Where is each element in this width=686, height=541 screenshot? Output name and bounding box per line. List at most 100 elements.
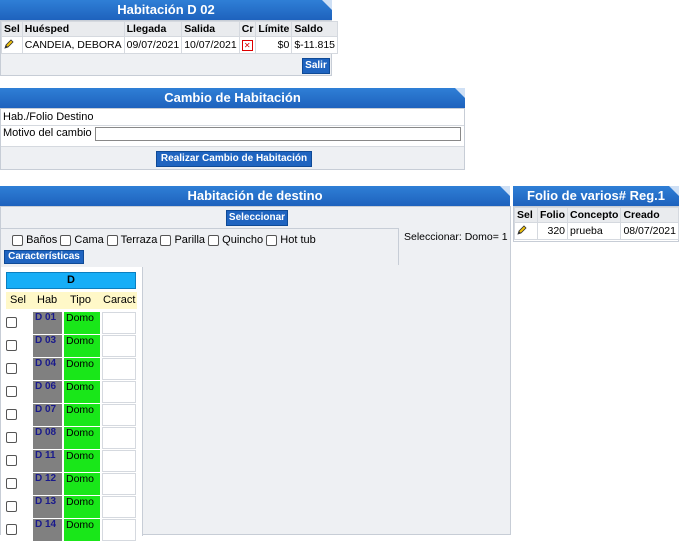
room-type: Domo xyxy=(64,404,100,426)
room-select-checkbox[interactable] xyxy=(6,455,17,466)
header-corner xyxy=(455,88,465,98)
rooms-header-row: Sel Hab Tipo Caract xyxy=(6,292,137,309)
exit-button[interactable]: Salir xyxy=(302,58,330,74)
credit-cell: ✕ xyxy=(238,36,257,54)
change-panel-header: Cambio de Habitación xyxy=(0,88,465,108)
feature-label: Baños xyxy=(26,234,58,246)
change-panel-title: Cambio de Habitación xyxy=(164,90,301,105)
room-select-checkbox[interactable] xyxy=(6,501,17,512)
table-row: CANDEIA, DEBORA 09/07/2021 10/07/2021 ✕ … xyxy=(1,36,339,54)
folio-panel-title: Folio de varios# Reg.1 xyxy=(527,188,665,203)
table-row[interactable]: D 14 Domo xyxy=(1,519,136,541)
room-type: Domo xyxy=(64,358,100,380)
room-type: Domo xyxy=(64,335,100,357)
table-header-row: Sel Folio Concepto Creado xyxy=(514,207,679,223)
room-type: Domo xyxy=(64,450,100,472)
feature-checkbox-banos[interactable] xyxy=(12,234,23,246)
room-panel-title: Habitación D 02 xyxy=(117,2,215,17)
room-features xyxy=(102,312,136,334)
dest-panel-header: Habitación de destino xyxy=(0,186,510,206)
feature-checkboxes: Baños Cama Terraza Parilla Quincho Hot t… xyxy=(12,234,316,246)
room-type: Domo xyxy=(64,381,100,403)
arrival-date: 09/07/2021 xyxy=(123,36,183,54)
room-number: D 08 xyxy=(33,427,62,449)
room-select-checkbox[interactable] xyxy=(6,478,17,489)
room-select-checkbox[interactable] xyxy=(6,432,17,443)
pencil-icon[interactable] xyxy=(4,38,14,49)
feature-checkbox-parilla[interactable] xyxy=(160,234,172,246)
col-header: Llegada xyxy=(123,21,183,37)
col-header: Tipo xyxy=(70,294,91,306)
feature-checkbox-cama[interactable] xyxy=(60,234,72,246)
table-row[interactable]: D 04 Domo xyxy=(1,358,136,380)
dest-panel: Seleccionar Baños Cama Terraza Parilla Q… xyxy=(0,206,511,541)
table-row[interactable]: D 11 Domo xyxy=(1,450,136,472)
rooms-list: D 01 Domo D 03 Domo D 04 Domo D 06 Domo xyxy=(1,312,142,541)
balance-value: $-11.815 xyxy=(291,36,339,54)
folio-panel: Sel Folio Concepto Creado 320 prueba 08/… xyxy=(513,206,679,242)
room-features xyxy=(102,381,136,403)
table-row[interactable]: D 07 Domo xyxy=(1,404,136,426)
close-icon[interactable]: ✕ xyxy=(241,40,253,51)
room-features xyxy=(102,427,136,449)
table-row[interactable]: D 06 Domo xyxy=(1,381,136,403)
col-header: Límite xyxy=(255,21,293,37)
rooms-grid: D Sel Hab Tipo Caract D 01 Domo D 03 Dom… xyxy=(1,267,143,541)
select-cell[interactable] xyxy=(514,222,538,240)
folio-created: 08/07/2021 xyxy=(620,222,679,240)
col-header: Salida xyxy=(181,21,240,37)
room-number: D 01 xyxy=(33,312,62,334)
col-header: Huésped xyxy=(21,21,125,37)
room-features xyxy=(102,519,136,541)
col-header: Caract xyxy=(103,294,136,306)
col-header: Concepto xyxy=(567,207,622,223)
table-header-row: Sel Huésped Llegada Salida Cr Límite Sal… xyxy=(1,21,339,37)
room-panel: Sel Huésped Llegada Salida Cr Límite Sal… xyxy=(0,20,339,76)
room-select-checkbox[interactable] xyxy=(6,340,17,351)
characteristics-button[interactable]: Características xyxy=(4,250,84,264)
select-button[interactable]: Seleccionar xyxy=(226,210,288,226)
room-number: D 07 xyxy=(33,404,62,426)
feature-checkbox-quincho[interactable] xyxy=(208,234,220,246)
table-row[interactable]: D 12 Domo xyxy=(1,473,136,495)
table-row[interactable]: D 08 Domo xyxy=(1,427,136,449)
reason-input[interactable] xyxy=(95,127,461,141)
table-row: 320 prueba 08/07/2021 xyxy=(514,222,679,240)
room-panel-header: Habitación D 02 xyxy=(0,0,332,20)
room-number: D 11 xyxy=(33,450,62,472)
room-features xyxy=(102,335,136,357)
feature-checkbox-hot-tub[interactable] xyxy=(266,234,278,246)
folio-concept: prueba xyxy=(567,222,622,240)
room-select-checkbox[interactable] xyxy=(6,524,17,535)
feature-checkbox-terraza[interactable] xyxy=(106,234,118,246)
feature-label: Parilla xyxy=(174,234,206,246)
room-select-checkbox[interactable] xyxy=(6,386,17,397)
col-header: Creado xyxy=(620,207,679,223)
col-header: Saldo xyxy=(291,21,339,37)
room-guest-table: Sel Huésped Llegada Salida Cr Límite Sal… xyxy=(1,21,339,54)
room-features xyxy=(102,404,136,426)
room-number: D 12 xyxy=(33,473,62,495)
room-type: Domo xyxy=(64,427,100,449)
header-corner xyxy=(500,186,510,196)
room-features xyxy=(102,473,136,495)
room-select-checkbox[interactable] xyxy=(6,363,17,374)
change-room-button[interactable]: Realizar Cambio de Habitación xyxy=(156,151,312,167)
room-number: D 03 xyxy=(33,335,62,357)
room-features xyxy=(102,358,136,380)
table-row[interactable]: D 13 Domo xyxy=(1,496,136,518)
folio-number: 320 xyxy=(536,222,569,240)
table-row[interactable]: D 01 Domo xyxy=(1,312,136,334)
room-type: Domo xyxy=(64,473,100,495)
table-row[interactable]: D 03 Domo xyxy=(1,335,136,357)
select-cell[interactable] xyxy=(1,36,23,54)
reason-row: Motivo del cambio xyxy=(1,126,464,147)
guest-name: CANDEIA, DEBORA xyxy=(21,36,125,54)
room-select-checkbox[interactable] xyxy=(6,409,17,420)
folio-panel-header: Folio de varios# Reg.1 xyxy=(513,186,679,206)
col-header: Folio xyxy=(536,207,569,223)
room-number: D 04 xyxy=(33,358,62,380)
room-select-checkbox[interactable] xyxy=(6,317,17,328)
pencil-icon[interactable] xyxy=(517,224,527,235)
room-features xyxy=(102,450,136,472)
